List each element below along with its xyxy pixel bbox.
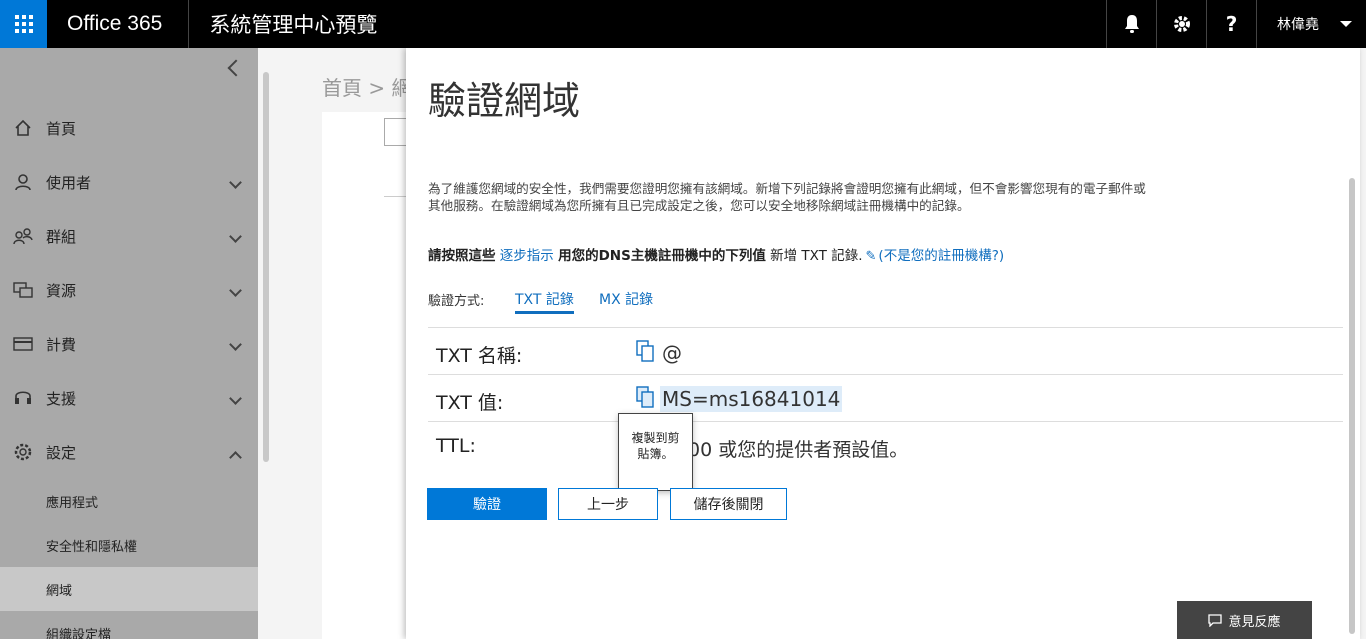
verify-domain-panel [406,48,1360,639]
feedback-button[interactable]: 意見反應 [1177,601,1312,639]
feedback-label: 意見反應 [1228,614,1281,630]
verify-button[interactable]: 驗證 [427,488,547,520]
bell-icon [1124,15,1139,33]
nav-item-billing[interactable]: 計費 [0,317,258,371]
nav-label: 使用者 [46,173,92,192]
help-button[interactable]: ? [1206,0,1256,48]
user-name: 林偉堯 [1277,17,1319,33]
copy-tooltip: 複製到剪貼簿。 [618,413,693,491]
chevron-down-icon [229,391,242,405]
nav-item-home[interactable]: 首頁 [0,101,258,155]
billing-icon [0,336,46,352]
step-by-step-link[interactable]: 逐步指示 [500,248,554,264]
ttl-value: 00 或您的提供者預設值。 [688,439,909,461]
divider [428,421,1343,422]
nav-label: 資源 [46,281,77,300]
chevron-down-icon [229,283,242,297]
gear-icon [1173,16,1190,32]
sub-item-apps[interactable]: 應用程式 [0,479,258,523]
nav-scrollbar[interactable] [258,48,276,639]
not-your-registrar-link[interactable]: (不是您的註冊機構?) [878,248,1004,264]
txt-value-label: TXT 值: [436,392,504,414]
txt-name-label: TXT 名稱: [436,345,523,367]
brand-name[interactable]: Office 365 [47,0,190,48]
help-icon: ? [1225,12,1238,36]
tab-txt-record[interactable]: TXT 記錄 [515,289,574,314]
groups-icon [0,227,46,245]
verify-method-label: 驗證方式: [428,294,485,309]
scrollbar-thumb[interactable] [263,72,269,462]
sub-item-domains[interactable]: 網域 [0,567,258,611]
sub-item-security-privacy[interactable]: 安全性和隱私權 [0,523,258,567]
copy-icon[interactable] [636,386,654,408]
nav-label: 首頁 [46,119,77,138]
instr-part1: 請按照這些 [428,248,496,264]
save-close-button[interactable]: 儲存後關閉 [670,488,787,520]
nav-item-users[interactable]: 使用者 [0,155,258,209]
txt-value-value: MS=ms16841014 [660,386,843,412]
chevron-up-icon [229,451,242,464]
collapse-nav-icon[interactable] [227,59,245,77]
tab-mx-record[interactable]: MX 記錄 [599,289,653,309]
chevron-down-icon [229,337,242,351]
chevron-down-icon [229,229,242,243]
divider [428,374,1343,375]
panel-scrollbar[interactable] [1344,48,1360,639]
waffle-icon [14,15,33,33]
nav-item-resources[interactable]: 資源 [0,263,258,317]
ttl-label: TTL: [436,435,476,457]
home-icon [0,119,46,137]
comment-icon [1208,613,1223,627]
sub-item-org-profile[interactable]: 組織設定檔 [0,611,258,639]
txt-name-value: @ [662,341,682,365]
divider [428,327,1343,328]
nav-item-support[interactable]: 支援 [0,371,258,425]
app-launcher-icon[interactable] [0,0,47,48]
nav-item-settings[interactable]: 設定 [0,425,258,479]
back-button[interactable]: 上一步 [558,488,658,520]
headset-icon [0,388,46,408]
resources-icon [0,281,46,299]
notifications-button[interactable] [1106,0,1156,48]
chevron-down-icon [1340,21,1352,27]
nav-label: 設定 [46,443,77,462]
nav-label: 群組 [46,227,77,246]
user-menu[interactable]: 林偉堯 [1256,0,1366,48]
top-bar: Office 365 系統管理中心預覽 ? 林偉堯 [0,0,1366,48]
user-icon [0,173,46,191]
pencil-icon: ✎ [865,249,877,264]
instr-part2: 用您的DNS主機註冊機中的下列值 [558,248,766,264]
nav-label: 計費 [46,335,77,354]
page-title: 驗證網域 [428,79,581,123]
app-title: 系統管理中心預覽 [209,13,378,37]
description: 為了維護您網域的安全性，我們需要您證明您擁有該網域。新增下列記錄將會證明您擁有此… [428,181,1146,213]
settings-button[interactable] [1156,0,1206,48]
left-nav: 首頁 使用者 群組 資源 計費 支援 設定 應用程式 安全性和隱私權 網域 組織… [0,48,258,639]
chevron-down-icon [229,175,242,189]
instr-part3: 新增 TXT 記錄. [770,248,863,264]
copy-icon[interactable] [636,340,654,362]
scrollbar-thumb[interactable] [1349,178,1355,634]
nav-label: 支援 [46,389,77,408]
gear-icon [0,442,46,462]
nav-item-groups[interactable]: 群組 [0,209,258,263]
instructions: 請按照這些 逐步指示 用您的DNS主機註冊機中的下列值 新增 TXT 記錄. ✎(… [428,244,1004,264]
breadcrumb[interactable]: 首頁 > 網 [322,72,411,101]
